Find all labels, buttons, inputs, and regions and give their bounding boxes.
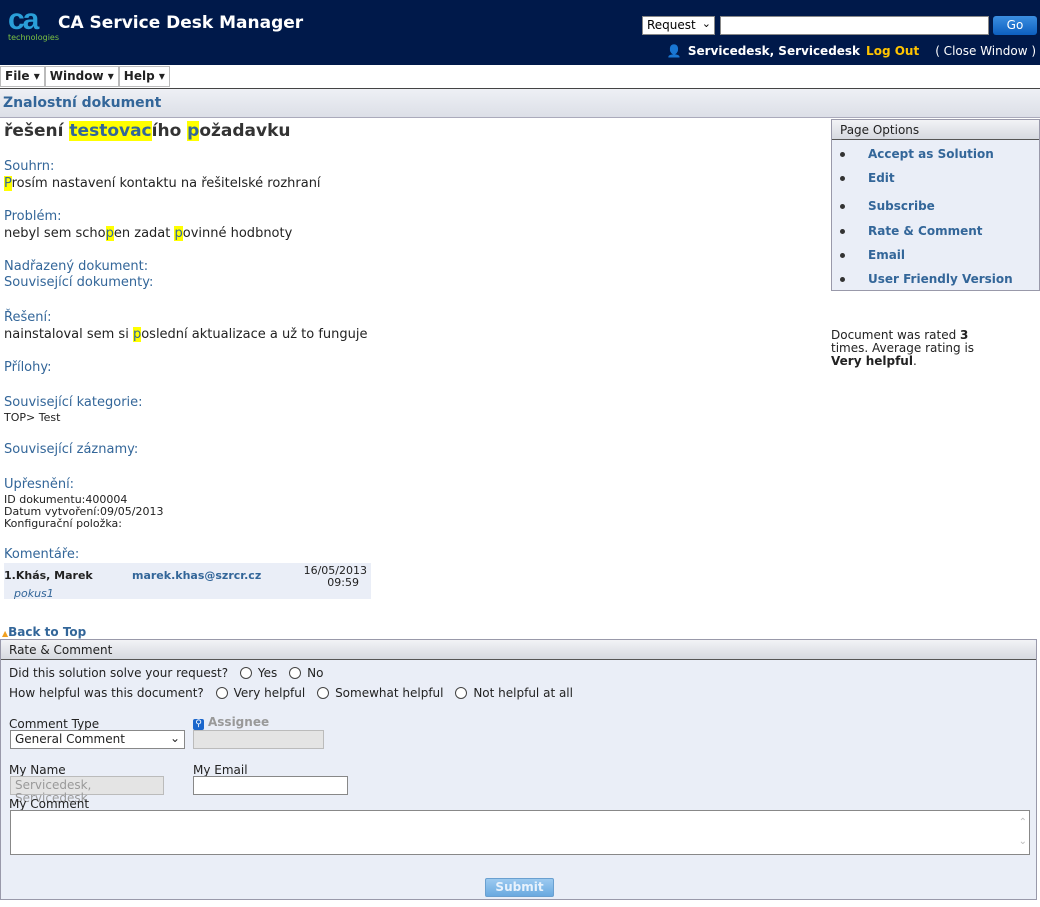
bullet-icon (840, 253, 845, 258)
bullet-icon (840, 277, 845, 282)
rate-comment-panel: Rate & Comment Did this solution solve y… (0, 639, 1037, 900)
rate-comment-link[interactable]: Rate & Comment (840, 224, 983, 238)
search-icon[interactable]: ⚲ (193, 719, 204, 730)
rate-comment-title: Rate & Comment (1, 640, 1036, 660)
text-segment: en zadat (113, 226, 175, 241)
search-type-select[interactable]: Request ⌄ (642, 16, 715, 35)
search-highlight: p (105, 226, 114, 241)
header: ca technologies CA Service Desk Manager R… (0, 0, 1040, 65)
text-segment: nainstaloval sem si (4, 327, 133, 342)
user-row: 👤 Servicedesk, Servicedesk Log Out ( Clo… (667, 44, 1036, 58)
summary-label: Souhrn: (4, 159, 55, 174)
not-helpful-radio[interactable] (455, 687, 468, 699)
text-segment: ovinné hodbnoty (182, 226, 293, 241)
my-name-input: Servicedesk, Servicedesk (10, 776, 164, 805)
related-docs-label: Související dokumenty: (4, 275, 154, 290)
config-item: Konfigurační položka: (4, 517, 122, 530)
menu-file[interactable]: File ▾ (0, 66, 45, 87)
submit-button[interactable]: Submit (485, 878, 554, 897)
page-options-panel: Page Options Accept as Solution Edit Sub… (831, 119, 1040, 291)
comment-author: 1.Khás, Marek (4, 569, 93, 582)
comment-entry: 1.Khás, Marek marek.khas@szrcr.cz 16/05/… (4, 563, 371, 600)
assignee-input (193, 730, 324, 749)
somewhat-helpful-radio[interactable] (317, 687, 330, 699)
page-title: Znalostní dokument (3, 95, 162, 111)
very-helpful-radio[interactable] (215, 687, 228, 699)
solution-label: Řešení: (4, 310, 52, 325)
comment-type-select[interactable]: General Comment ⌄ (10, 730, 185, 749)
search-highlight: testovac (69, 121, 152, 141)
comment-type-label: Comment Type (9, 717, 100, 731)
text-segment: ožadavku (199, 121, 291, 141)
comments-label: Komentáře: (4, 547, 80, 562)
comment-time: 09:59 (327, 576, 359, 589)
my-email-input[interactable] (193, 776, 348, 795)
chevron-down-icon: ⌄ (169, 731, 180, 745)
my-comment-textarea[interactable]: ⌃ ⌄ (10, 810, 1030, 855)
back-to-top-link[interactable]: ▲Back to Top (2, 625, 86, 639)
problem-value: nebyl sem schopen zadat povinné hodbnoty (4, 226, 292, 241)
assignee-label: ⚲ Assignee (193, 715, 269, 730)
details-label: Upřesnění: (4, 477, 75, 492)
search-highlight: P (4, 176, 12, 191)
text-segment: rosím nastavení kontaktu na řešitelské r… (11, 176, 321, 191)
chevron-down-icon: ⌄ (701, 17, 711, 30)
user-friendly-version-link[interactable]: User Friendly Version (840, 272, 1013, 286)
yes-radio[interactable] (239, 667, 252, 679)
problem-label: Problém: (4, 209, 62, 224)
records-label: Související záznamy: (4, 442, 139, 457)
summary-value: Prosím nastavení kontaktu na řešitelské … (4, 176, 321, 191)
text-segment: nebyl sem scho (4, 226, 106, 241)
comment-email[interactable]: marek.khas@szrcr.cz (132, 569, 261, 582)
comment-text: pokus1 (14, 587, 54, 600)
user-icon: 👤 (666, 44, 682, 58)
attachments-label: Přílohy: (4, 360, 52, 375)
my-email-label: My Email (193, 763, 248, 777)
parent-doc-label: Nadřazený dokument: (4, 259, 149, 274)
bullet-icon (840, 176, 845, 181)
accept-as-solution-link[interactable]: Accept as Solution (840, 147, 994, 161)
ca-logo: ca technologies (8, 3, 59, 43)
page-title-bar: Znalostní dokument (0, 89, 1040, 118)
text-segment: řešení (4, 121, 70, 141)
solution-value: nainstaloval sem si poslední aktualizace… (4, 327, 368, 342)
close-window-link[interactable]: ( Close Window ) (935, 44, 1036, 58)
helpful-question: How helpful was this document? Very help… (9, 686, 573, 700)
subscribe-link[interactable]: Subscribe (840, 199, 935, 213)
my-name-label: My Name (9, 763, 66, 777)
rating-summary: Document was rated 3 times. Average rati… (831, 328, 975, 368)
email-link[interactable]: Email (840, 248, 905, 262)
menu-help[interactable]: Help ▾ (118, 66, 170, 87)
search-highlight: p (187, 121, 200, 141)
category-value: TOP> Test (4, 411, 61, 424)
bullet-icon (840, 152, 845, 157)
menubar: File ▾ Window ▾ Help ▾ (0, 66, 170, 87)
my-comment-label: My Comment (9, 797, 90, 811)
categories-label: Související kategorie: (4, 395, 143, 410)
search-highlight: p (174, 226, 183, 241)
bullet-icon (840, 229, 845, 234)
go-button[interactable]: Go (993, 16, 1037, 35)
logout-link[interactable]: Log Out (866, 44, 919, 58)
edit-link[interactable]: Edit (840, 171, 895, 185)
document-title: řešení testovacího požadavku (4, 121, 291, 141)
text-segment: ího (151, 121, 188, 141)
user-name: Servicedesk, Servicedesk (687, 44, 861, 58)
scrollbar[interactable]: ⌃ ⌄ (1019, 813, 1027, 851)
page-options-title: Page Options (832, 120, 1039, 140)
solved-question: Did this solution solve your request? Ye… (9, 666, 324, 680)
menu-window[interactable]: Window ▾ (44, 66, 119, 87)
text-segment: oslední aktualizace a už to funguje (141, 327, 368, 342)
bullet-icon (840, 204, 845, 209)
no-radio[interactable] (289, 667, 302, 679)
search-input[interactable] (720, 16, 989, 35)
search-highlight: p (132, 327, 142, 342)
app-title: CA Service Desk Manager (58, 13, 304, 33)
